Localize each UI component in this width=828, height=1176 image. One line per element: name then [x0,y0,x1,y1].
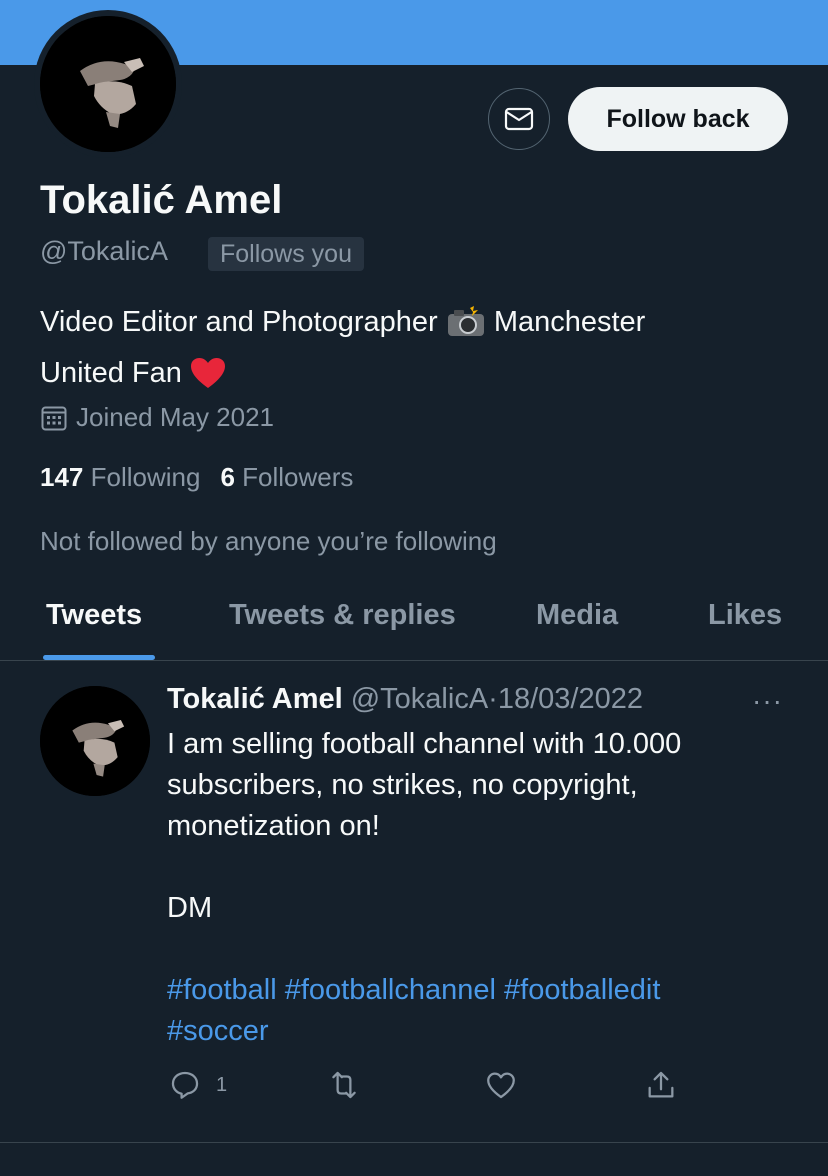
tweet-date[interactable]: 18/03/2022 [498,683,643,715]
follow-back-button[interactable]: Follow back [568,87,788,151]
tweet-text: I am selling football channel with 10.00… [167,724,787,1052]
reply-count: 1 [216,1073,228,1096]
follows-you-badge: Follows you [208,237,364,271]
profile-name: Tokalić Amel [40,178,283,222]
share-button[interactable] [644,1068,678,1102]
tweet-author-handle[interactable]: @TokalicA [351,683,488,715]
tweet-line: monetization on! [167,810,380,842]
hashtag-link[interactable]: #soccer [167,1015,269,1047]
retweet-button[interactable] [326,1068,362,1102]
joined-date: Joined May 2021 [40,402,274,433]
message-button[interactable] [488,88,550,150]
tweet-line: I am selling football channel with 10.00… [167,728,682,760]
bio-text: Video Editor and Photographer [40,306,438,338]
divider [0,1142,828,1143]
reply-button[interactable]: 1 [168,1068,227,1102]
hashtag-link[interactable]: #footballchannel [285,974,496,1006]
tab-media[interactable]: Media [536,599,618,632]
bio-text-3: United Fan [40,357,182,389]
tweet-separator: · [488,683,498,715]
reply-icon [171,1071,199,1099]
profile-bio: Video Editor and Photographer Manchester… [40,300,800,402]
not-followed-notice: Not followed by anyone you’re following [40,526,497,556]
bio-text-2: Manchester [493,306,646,338]
profile-handle: @TokalicA [40,236,168,266]
share-icon [648,1071,674,1098]
hashtag-link[interactable]: #football [167,974,277,1006]
tweet-header: Tokalić Amel @TokalicA·18/03/2022 [167,683,643,716]
tweet-author-avatar[interactable] [40,686,150,796]
followers-count: 6 [220,462,235,492]
envelope-icon [504,107,534,131]
tab-tweets-replies[interactable]: Tweets & replies [229,599,456,632]
retweet-icon [332,1071,356,1099]
tweet-line: DM [167,892,213,924]
calendar-icon [41,406,67,430]
heart-icon [487,1072,515,1099]
following-count: 147 [40,462,84,492]
followers-link[interactable]: 6 Followers [220,462,353,493]
hands-photo-icon [40,686,150,796]
tab-tweets[interactable]: Tweets [46,599,142,632]
more-options-icon[interactable]: ··· [752,685,783,717]
tweet-hashtags: #football #footballchannel #footballedit… [167,970,787,1052]
tab-likes[interactable]: Likes [708,599,782,632]
divider [0,660,828,661]
profile-avatar[interactable] [34,10,182,158]
joined-text: Joined May 2021 [76,402,275,432]
followers-label: Followers [242,462,354,492]
camera-flash-emoji-icon [446,306,486,351]
follow-stats: 147 Following 6 Followers [40,462,353,493]
like-button[interactable] [484,1068,518,1102]
tweet-line: subscribers, no strikes, no copyright, [167,769,638,801]
tweet-author-name[interactable]: Tokalić Amel [167,683,343,715]
following-label: Following [90,462,201,492]
hands-photo-icon [40,16,176,152]
hashtag-link[interactable]: #footballedit [504,974,660,1006]
following-link[interactable]: 147 Following [40,462,200,493]
red-heart-emoji-icon [190,357,226,402]
